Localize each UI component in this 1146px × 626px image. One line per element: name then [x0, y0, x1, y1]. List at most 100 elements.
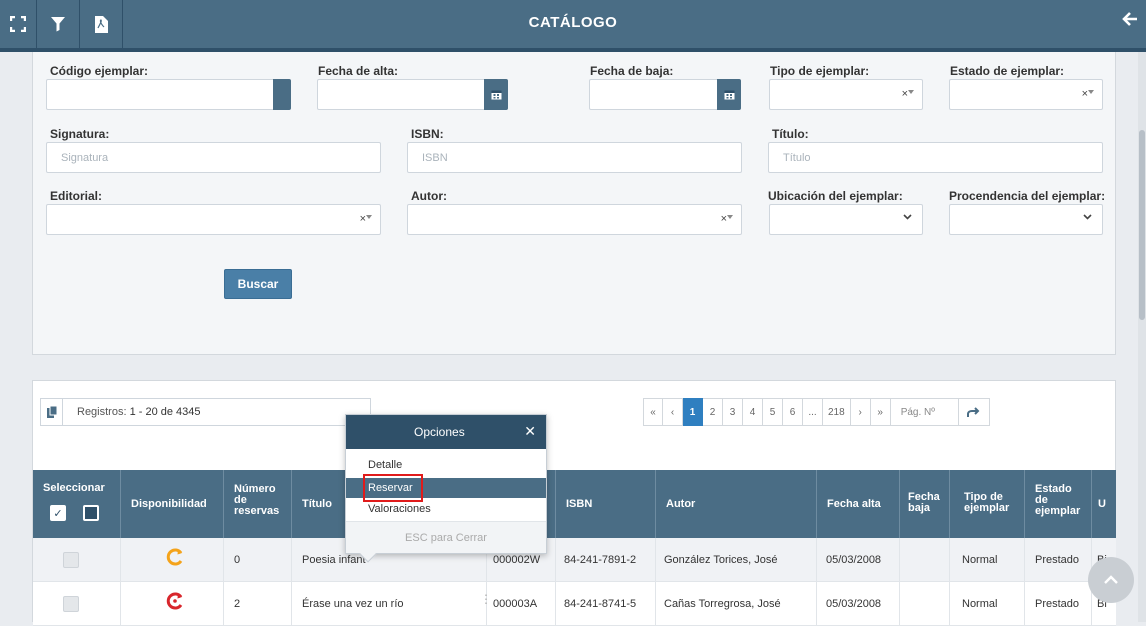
options-popup: Opciones ✕ Detalle Reservar Valoraciones… [345, 414, 547, 563]
tipo-label: Tipo de ejemplar: [770, 64, 870, 78]
chevron-down-icon [1083, 212, 1092, 224]
registros-box: Registros: 1 - 20 de 4345 [40, 398, 371, 426]
dropdown-caret-icon [1088, 90, 1094, 94]
procedencia-select[interactable] [949, 204, 1103, 235]
deselect-all-checkbox[interactable] [83, 505, 99, 521]
page-number-input[interactable]: Pág. Nº [890, 398, 959, 426]
close-icon[interactable]: ✕ [524, 423, 536, 440]
col-seleccionar: Seleccionar ✓ [33, 470, 121, 538]
estado-label: Estado de ejemplar: [950, 64, 1065, 78]
col-fecha-alta-label: Fecha alta [827, 498, 881, 510]
available-icon [166, 548, 184, 572]
popup-title: Opciones [414, 425, 465, 439]
menu-item-valoraciones[interactable]: Valoraciones [346, 499, 546, 519]
titulo-input[interactable]: Título [768, 142, 1103, 173]
autor-cell: González Torices, José [664, 554, 778, 566]
registros-text: Registros: 1 - 20 de 4345 [77, 406, 201, 418]
table-row[interactable]: 0 Poesia infant 000002W 84-241-7891-2 Go… [33, 538, 1116, 582]
col-estado[interactable]: Estado de ejemplar [1025, 470, 1092, 538]
codigo-cell: 000002W [493, 554, 541, 566]
table-row[interactable]: 2 Érase una vez un río ⋮ 000003A 84-241-… [33, 582, 1116, 626]
tipo-select[interactable]: × [769, 79, 923, 110]
procedencia-label: Procendencia del ejemplar: [949, 189, 1106, 203]
page-button[interactable]: 5 [763, 398, 783, 426]
fecha-alta-cell: 05/03/2008 [826, 554, 882, 566]
col-num-reservas[interactable]: Número de reservas [224, 470, 292, 538]
titulo-cell: Poesia infant [302, 554, 366, 566]
col-disponibilidad-label: Disponibilidad [131, 498, 207, 510]
copy-icon[interactable] [41, 399, 63, 425]
page-button[interactable]: 3 [723, 398, 743, 426]
page-button[interactable]: 4 [743, 398, 763, 426]
col-tipo-label: Tipo de ejemplar [964, 491, 1010, 514]
go-page-icon[interactable] [958, 398, 990, 426]
codigo-addon [273, 79, 291, 110]
autor-label: Autor: [411, 189, 447, 203]
autor-select[interactable]: × [407, 204, 742, 235]
page-button[interactable]: 218 [823, 398, 851, 426]
col-titulo-label: Título [302, 498, 332, 510]
num-reservas-cell: 2 [234, 598, 241, 610]
signatura-input[interactable]: Signatura [46, 142, 381, 173]
codigo-input[interactable] [46, 79, 291, 110]
registros-prefix: Registros: [77, 406, 130, 418]
fecha-baja-input[interactable] [589, 79, 741, 110]
popup-footer: ESC para Cerrar [346, 521, 546, 553]
col-ubicacion[interactable]: U [1092, 470, 1116, 538]
estado-cell: Prestado [1035, 598, 1080, 610]
col-tipo[interactable]: Tipo de ejemplar [950, 470, 1025, 538]
col-num-reservas-label: Número de reservas [234, 483, 280, 517]
autor-cell: Cañas Torregrosa, José [664, 598, 781, 610]
row-checkbox[interactable] [63, 552, 79, 568]
page-button[interactable]: 1 [683, 398, 703, 426]
isbn-cell: 84-241-7891-2 [564, 554, 637, 566]
registros-range: 1 - 20 de 4345 [129, 406, 201, 418]
page-button[interactable]: 6 [783, 398, 803, 426]
calendar-icon[interactable] [717, 79, 741, 110]
dropdown-caret-icon [366, 215, 372, 219]
titulo-cell: Érase una vez un río [302, 598, 404, 610]
pagination: « ‹ 1 2 3 4 5 6 ... 218 › » Pág. Nº [643, 398, 1116, 426]
buscar-button[interactable]: Buscar [224, 269, 292, 299]
col-fecha-alta[interactable]: Fecha alta [817, 470, 900, 538]
calendar-icon[interactable] [484, 79, 508, 110]
isbn-label: ISBN: [411, 127, 444, 141]
editorial-select[interactable]: × [46, 204, 381, 235]
scrollbar-thumb[interactable] [1139, 130, 1145, 320]
page-button[interactable]: 2 [703, 398, 723, 426]
select-all-checkbox[interactable]: ✓ [50, 505, 66, 521]
scroll-to-top-button[interactable] [1088, 557, 1134, 603]
codigo-label: Código ejemplar: [50, 64, 149, 78]
col-isbn[interactable]: ISBN [556, 470, 656, 538]
isbn-input[interactable]: ISBN [407, 142, 742, 173]
highlight-box [363, 474, 423, 502]
estado-cell: Prestado [1035, 554, 1080, 566]
table-header: Seleccionar ✓ Disponibilidad Número de r… [33, 470, 1116, 538]
col-autor[interactable]: Autor [656, 470, 817, 538]
ubicacion-select[interactable] [769, 204, 923, 235]
fecha-alta-cell: 05/03/2008 [826, 598, 882, 610]
page-last-button[interactable]: » [870, 398, 891, 426]
fecha-baja-label: Fecha de baja: [590, 64, 674, 78]
editorial-label: Editorial: [50, 189, 103, 203]
row-checkbox[interactable] [63, 596, 79, 612]
dropdown-caret-icon [727, 215, 733, 219]
fecha-alta-input[interactable] [317, 79, 508, 110]
col-isbn-label: ISBN [566, 498, 593, 510]
col-seleccionar-label: Seleccionar [43, 482, 105, 494]
top-bar: CATÁLOGO [0, 0, 1146, 52]
back-arrow-icon[interactable] [1122, 10, 1138, 33]
col-fecha-baja[interactable]: Fecha baja [900, 470, 950, 538]
tipo-cell: Normal [962, 598, 998, 610]
dropdown-caret-icon [908, 90, 914, 94]
page-title: CATÁLOGO [528, 14, 618, 31]
col-disponibilidad[interactable]: Disponibilidad [121, 470, 224, 538]
page-next-button[interactable]: › [850, 398, 871, 426]
estado-select[interactable]: × [949, 79, 1103, 110]
menu-item-detalle[interactable]: Detalle [346, 455, 546, 475]
page-prev-button[interactable]: ‹ [663, 398, 683, 426]
page-first-button[interactable]: « [643, 398, 663, 426]
col-ubicacion-label: U [1098, 498, 1106, 510]
isbn-cell: 84-241-8741-5 [564, 598, 637, 610]
col-fecha-baja-label: Fecha baja [908, 491, 940, 514]
